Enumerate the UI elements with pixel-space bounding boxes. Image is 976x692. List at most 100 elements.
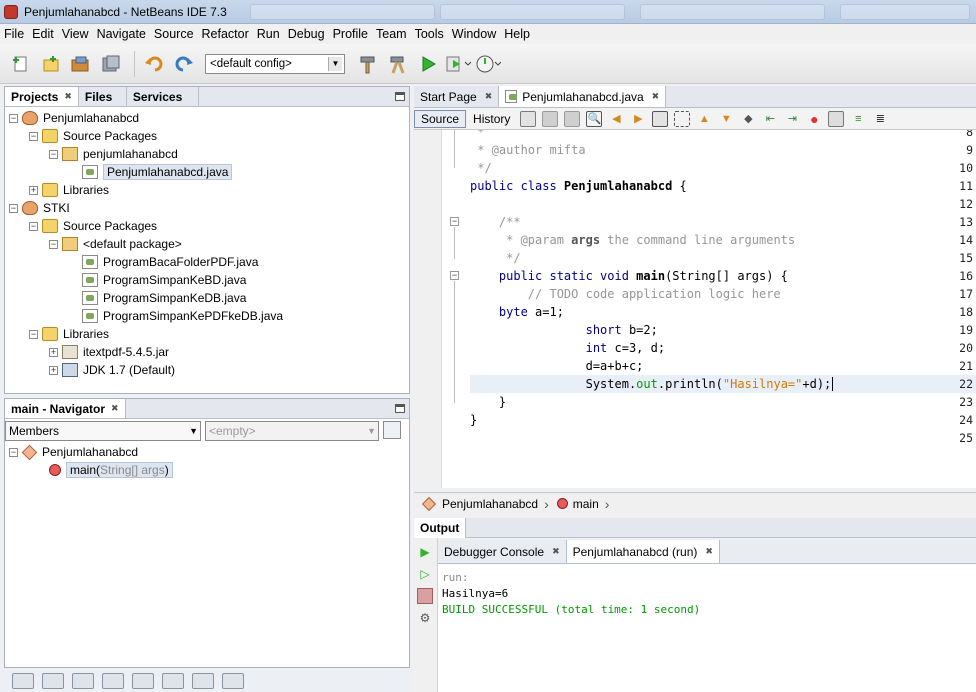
project-tree-node[interactable]: − Libraries xyxy=(29,325,109,343)
find-previous-icon[interactable]: ◀ xyxy=(608,111,624,127)
find-selection-icon[interactable]: 🔍 xyxy=(586,110,603,127)
comment-icon[interactable]: ≡ xyxy=(850,111,866,127)
menu-team[interactable]: Team xyxy=(372,24,411,44)
new-project-icon[interactable] xyxy=(38,51,64,77)
collapse-icon[interactable]: − xyxy=(29,329,38,339)
save-all-icon[interactable] xyxy=(98,51,124,77)
menu-file[interactable]: File xyxy=(0,24,28,44)
tab-services[interactable]: Services xyxy=(127,87,199,106)
collapse-icon[interactable]: − xyxy=(49,239,58,249)
shift-left-icon[interactable]: ⇤ xyxy=(762,111,778,127)
project-tree-node[interactable]: ProgramSimpanKePDFkeDB.java xyxy=(69,307,283,325)
tab-penjumlahanabcd-java[interactable]: Penjumlahanabcd.java ✖ xyxy=(499,86,667,107)
last-edit-icon[interactable] xyxy=(520,110,537,127)
new-file-icon[interactable] xyxy=(8,51,34,77)
tab-output[interactable]: Output xyxy=(414,517,467,538)
collapse-icon[interactable]: − xyxy=(29,131,38,141)
members-select[interactable]: Members ▼ xyxy=(5,421,201,441)
tab-projects[interactable]: Projects ✖ xyxy=(5,87,79,106)
navigator-class-node[interactable]: − Penjumlahanabcd xyxy=(9,443,138,461)
window-slot-icon[interactable] xyxy=(132,673,154,689)
menu-tools[interactable]: Tools xyxy=(411,24,448,44)
tab-files[interactable]: Files xyxy=(79,87,127,106)
fold-collapse-icon[interactable]: − xyxy=(450,217,459,226)
window-slot-icon[interactable] xyxy=(162,673,184,689)
collapse-icon[interactable]: − xyxy=(49,149,58,159)
history-view-button[interactable]: History xyxy=(466,110,517,128)
breadcrumb-method[interactable]: main › xyxy=(556,496,609,512)
menu-refactor[interactable]: Refactor xyxy=(198,24,253,44)
project-tree-node[interactable]: + itextpdf-5.4.5.jar xyxy=(49,343,169,361)
collapse-icon[interactable]: − xyxy=(29,221,38,231)
debug-project-icon[interactable] xyxy=(445,51,471,77)
collapse-icon[interactable]: − xyxy=(9,203,18,213)
rerun-with-params-icon[interactable]: ▷ xyxy=(417,566,433,582)
collapse-icon[interactable]: − xyxy=(9,113,18,123)
menu-view[interactable]: View xyxy=(58,24,93,44)
open-project-icon[interactable] xyxy=(68,51,94,77)
breadcrumb-class[interactable]: Penjumlahanabcd › xyxy=(421,496,549,512)
close-icon[interactable]: ✖ xyxy=(64,91,72,102)
window-slot-icon[interactable] xyxy=(42,673,64,689)
tab-start-page[interactable]: Start Page ✖ xyxy=(414,86,500,107)
uncomment-icon[interactable]: ≣ xyxy=(872,111,888,127)
window-slot-icon[interactable] xyxy=(192,673,214,689)
source-view-button[interactable]: Source xyxy=(414,109,467,128)
profile-project-icon[interactable] xyxy=(475,51,501,77)
close-icon[interactable]: ✖ xyxy=(552,546,560,557)
tab-run-output[interactable]: Penjumlahanabcd (run) ✖ xyxy=(566,540,720,563)
forward-icon[interactable] xyxy=(564,110,581,127)
rerun-icon[interactable]: ▶ xyxy=(417,544,433,560)
fold-collapse-icon[interactable]: − xyxy=(450,271,459,280)
collapse-icon[interactable]: − xyxy=(9,447,18,457)
window-slot-icon[interactable] xyxy=(72,673,94,689)
stop-icon[interactable] xyxy=(417,588,433,604)
toggle-rect-selection-icon[interactable] xyxy=(674,110,691,127)
project-tree-node[interactable]: − STKI xyxy=(9,199,70,217)
menu-edit[interactable]: Edit xyxy=(28,24,58,44)
project-tree-node[interactable]: − <default package> xyxy=(49,235,182,253)
undo-icon[interactable] xyxy=(141,51,167,77)
stop-macro-icon[interactable] xyxy=(828,110,845,127)
configuration-select[interactable]: <default config> ▼ xyxy=(205,53,345,74)
project-tree-node[interactable]: Penjumlahanabcd.java xyxy=(69,163,233,181)
output-console[interactable]: run: Hasilnya=6 BUILD SUCCESSFUL (total … xyxy=(438,564,976,692)
menu-help[interactable]: Help xyxy=(500,24,534,44)
menu-window[interactable]: Window xyxy=(448,24,500,44)
menu-debug[interactable]: Debug xyxy=(284,24,329,44)
navigator-options-icon[interactable] xyxy=(383,421,401,439)
project-tree-node[interactable]: − penjumlahanabcd xyxy=(49,145,178,163)
close-icon[interactable]: ✖ xyxy=(485,91,493,102)
menu-run[interactable]: Run xyxy=(253,24,284,44)
project-tree-node[interactable]: − Source Packages xyxy=(29,127,157,145)
find-next-icon[interactable]: ▶ xyxy=(630,111,646,127)
expand-icon[interactable]: + xyxy=(29,185,38,195)
menu-navigate[interactable]: Navigate xyxy=(93,24,150,44)
settings-icon[interactable]: ⚙ xyxy=(417,610,433,626)
close-icon[interactable]: ✖ xyxy=(111,403,119,414)
toggle-highlight-icon[interactable] xyxy=(652,110,669,127)
toggle-bookmark-icon[interactable]: ◆ xyxy=(740,111,756,127)
navigator-filter-select[interactable]: <empty> ▼ xyxy=(205,421,379,441)
navigator-method-node[interactable]: main(String[] args) xyxy=(49,461,173,479)
shift-right-icon[interactable]: ⇥ xyxy=(784,111,800,127)
project-tree-node[interactable]: − Source Packages xyxy=(29,217,157,235)
window-slot-icon[interactable] xyxy=(12,673,34,689)
run-project-icon[interactable] xyxy=(415,51,441,77)
close-icon[interactable]: ✖ xyxy=(652,91,660,102)
window-slot-icon[interactable] xyxy=(102,673,124,689)
back-icon[interactable] xyxy=(542,110,559,127)
window-slot-icon[interactable] xyxy=(222,673,244,689)
clean-build-icon[interactable] xyxy=(385,51,411,77)
previous-bookmark-icon[interactable]: ▲ xyxy=(696,111,712,127)
project-tree-node[interactable]: + JDK 1.7 (Default) xyxy=(49,361,175,379)
menu-source[interactable]: Source xyxy=(150,24,198,44)
project-tree-node[interactable]: − Penjumlahanabcd xyxy=(9,109,139,127)
project-tree-node[interactable]: + Libraries xyxy=(29,181,109,199)
tab-debugger-console[interactable]: Debugger Console ✖ xyxy=(438,540,567,563)
menu-profile[interactable]: Profile xyxy=(329,24,372,44)
project-tree-node[interactable]: ProgramBacaFolderPDF.java xyxy=(69,253,258,271)
tab-navigator[interactable]: main - Navigator ✖ xyxy=(5,399,126,418)
project-tree-node[interactable]: ProgramSimpanKeDB.java xyxy=(69,289,246,307)
code-editor[interactable]: 8 9 10 11 12 13 14 15 16 17 18 19 20 21 … xyxy=(414,130,976,488)
